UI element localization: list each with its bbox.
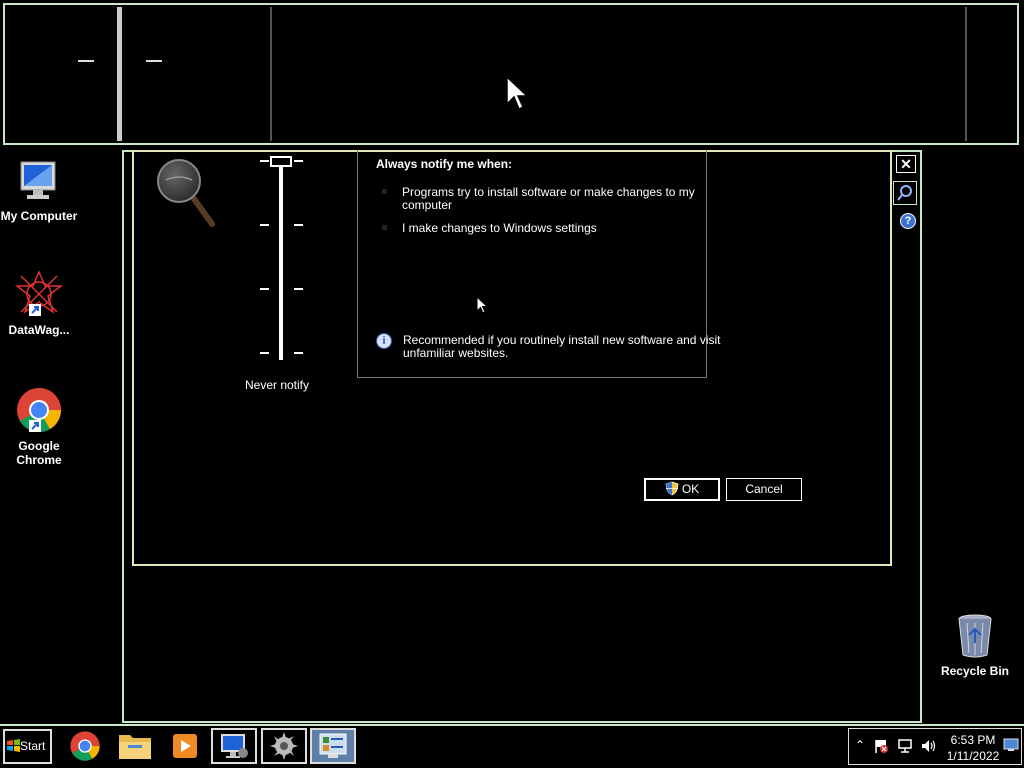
network-icon[interactable] bbox=[897, 738, 913, 759]
slider-tick bbox=[294, 224, 303, 226]
media-player-icon bbox=[173, 734, 197, 758]
info-icon: i bbox=[376, 333, 392, 349]
recycle-bin-icon bbox=[958, 614, 992, 658]
notify-level-slider-track[interactable] bbox=[279, 160, 283, 360]
clock-date[interactable]: 1/11/2022 bbox=[943, 749, 1003, 763]
chrome-icon bbox=[70, 731, 100, 761]
bullet-icon bbox=[382, 225, 387, 230]
slider-bottom-label: Never notify bbox=[244, 378, 310, 392]
slider-tick bbox=[294, 160, 303, 162]
slider-tick bbox=[260, 352, 269, 354]
minimize-glyph bbox=[146, 60, 162, 62]
notify-level-slider-thumb[interactable] bbox=[270, 156, 292, 167]
ok-label: OK bbox=[681, 482, 700, 496]
top-black-panel bbox=[3, 3, 1019, 145]
volume-icon[interactable] bbox=[920, 738, 938, 759]
slider-tick bbox=[294, 352, 303, 354]
help-icon[interactable]: ? bbox=[900, 213, 916, 229]
file-explorer-icon bbox=[119, 735, 151, 759]
my-computer-icon bbox=[20, 161, 56, 199]
show-desktop-icon[interactable] bbox=[1003, 738, 1019, 757]
desktop-icon-my-computer[interactable]: My Computer bbox=[0, 160, 79, 223]
taskbar-file-explorer[interactable] bbox=[112, 728, 158, 764]
panel-divider bbox=[117, 7, 122, 141]
mouse-cursor-icon bbox=[506, 75, 530, 117]
slider-tick bbox=[294, 288, 303, 290]
mouse-cursor-icon bbox=[476, 295, 489, 321]
taskbar-remote-desktop[interactable] bbox=[211, 728, 257, 764]
notify-item-install-cont: computer bbox=[402, 198, 453, 212]
windows-logo-icon bbox=[7, 739, 20, 752]
slider-tick bbox=[260, 224, 269, 226]
remote-desktop-icon bbox=[221, 734, 248, 758]
slider-tick bbox=[260, 160, 269, 162]
search-icon[interactable] bbox=[893, 181, 917, 205]
taskbar-chrome[interactable] bbox=[62, 728, 108, 764]
taskbar-control-panel[interactable] bbox=[310, 728, 356, 764]
chrome-icon bbox=[17, 388, 62, 433]
clock-time[interactable]: 6:53 PM bbox=[945, 733, 1001, 747]
desktop-icon-google-chrome[interactable]: Google Chrome bbox=[0, 386, 79, 467]
panel-divider bbox=[270, 7, 272, 141]
minimize-glyph bbox=[78, 60, 94, 62]
ok-button[interactable]: OK bbox=[644, 478, 720, 501]
notify-item-settings: I make changes to Windows settings bbox=[402, 221, 597, 235]
bullet-icon bbox=[382, 189, 387, 194]
slider-tick bbox=[260, 288, 269, 290]
desktop-icon-recycle-bin[interactable]: Recycle Bin bbox=[935, 613, 1015, 678]
uac-shield-icon bbox=[665, 481, 679, 496]
desktop-icon-datawag[interactable]: DataWag... bbox=[0, 270, 79, 337]
info-title: Always notify me when: bbox=[376, 157, 513, 171]
taskbar-gear-app[interactable] bbox=[261, 728, 307, 764]
close-icon[interactable]: ✕ bbox=[896, 155, 916, 173]
cancel-button[interactable]: Cancel bbox=[726, 478, 802, 501]
datawag-icon bbox=[14, 270, 64, 316]
magnifier-icon bbox=[156, 158, 218, 233]
control-panel-icon bbox=[319, 733, 347, 758]
recommendation-text-cont: unfamiliar websites. bbox=[403, 346, 509, 360]
gear-app-icon bbox=[270, 732, 298, 760]
action-center-flag-icon[interactable] bbox=[873, 738, 889, 759]
panel-divider bbox=[965, 7, 967, 141]
show-hidden-icons-chevron[interactable]: ⌃ bbox=[855, 738, 865, 752]
taskbar-media-player[interactable] bbox=[162, 728, 208, 764]
start-button[interactable]: Start bbox=[3, 729, 52, 764]
